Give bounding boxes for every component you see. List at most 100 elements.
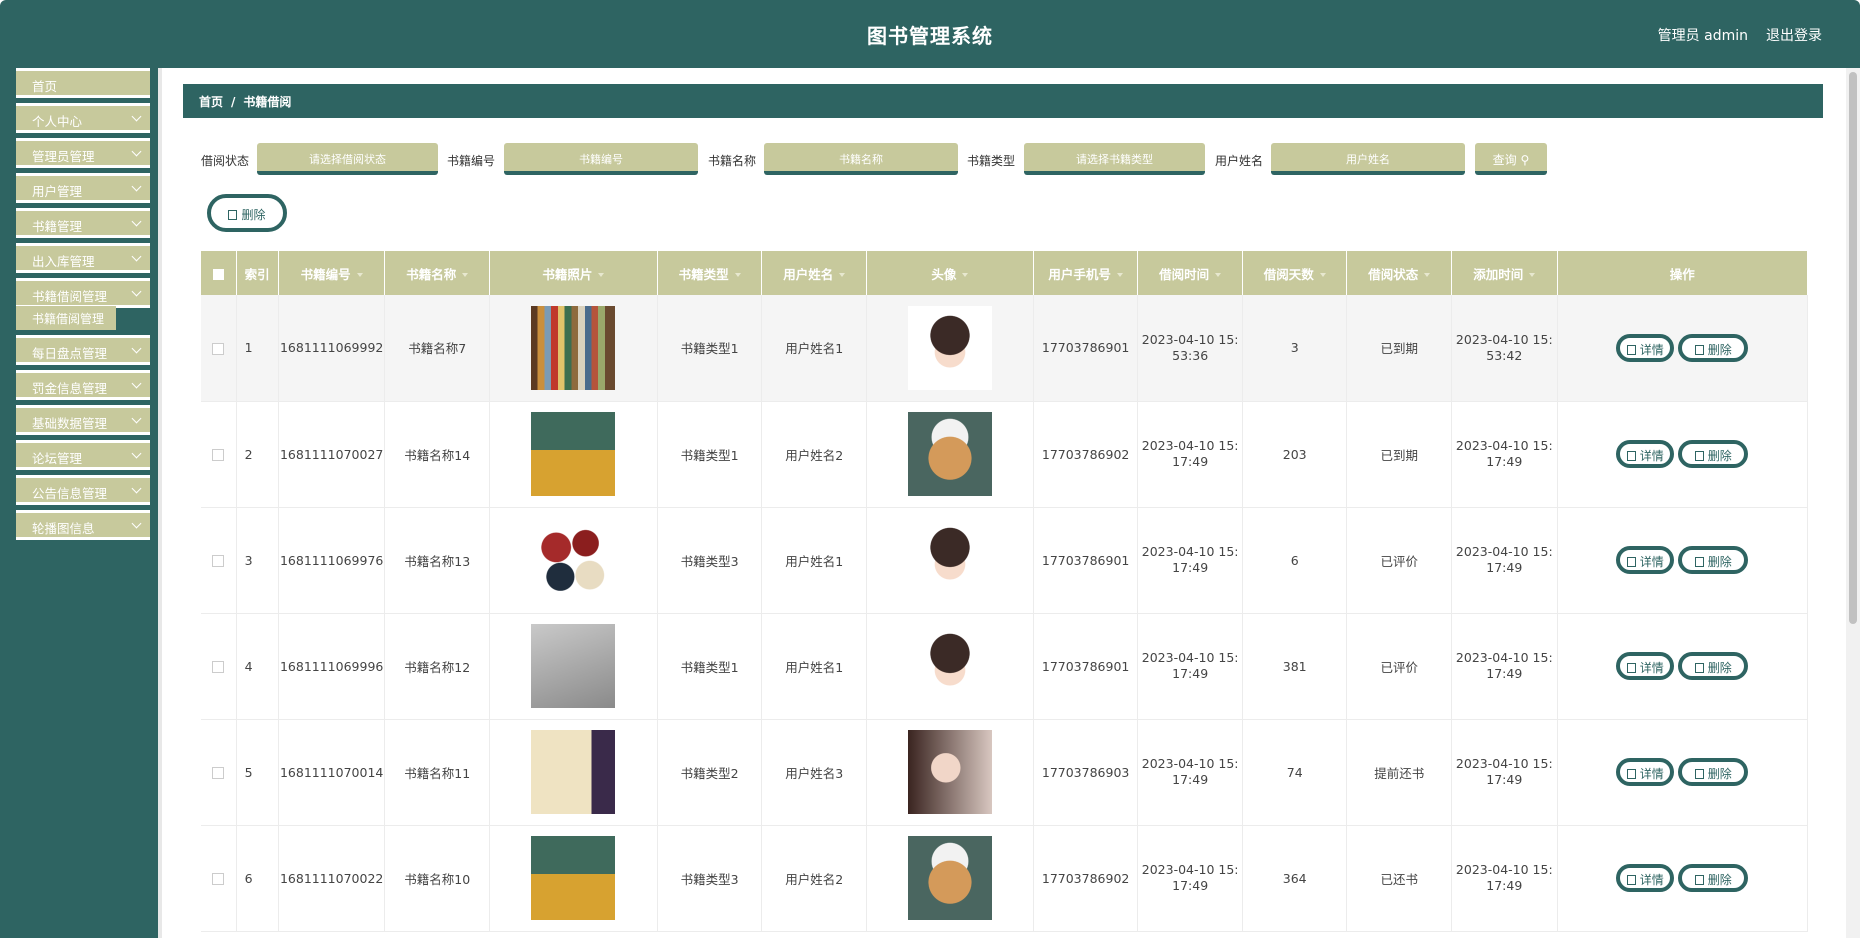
select-all-cell[interactable] [201,251,237,295]
row-select-cell[interactable] [201,825,237,932]
sort-icon[interactable] [356,273,363,277]
filter-input[interactable]: 请选择书籍类型 [1024,143,1205,175]
scrollbar-thumb[interactable] [1849,72,1857,624]
sort-icon[interactable] [462,273,469,277]
sort-icon[interactable] [839,273,846,277]
delete-button[interactable]: 删除 [1678,864,1749,892]
table-row[interactable]: 2 1681111070027 书籍名称14 书籍类型1 用户姓名2 1770378690… [201,401,1809,508]
filter-input[interactable]: 书籍名称 [764,143,958,175]
sort-icon[interactable] [1529,273,1536,277]
detail-label: 详情 [1639,873,1664,887]
column-header[interactable]: 书籍名称 [384,251,490,295]
filter-input[interactable]: 书籍编号 [504,143,698,175]
vertical-scrollbar[interactable] [1846,68,1860,938]
sidebar-item-7[interactable]: 每日盘点管理 [16,335,150,365]
sidebar-item-6[interactable]: 书籍借阅管理 [16,278,150,308]
row-checkbox[interactable] [212,449,225,461]
detail-button[interactable]: 详情 [1616,758,1675,786]
sidebar-item-8[interactable]: 罚金信息管理 [16,370,150,400]
column-header[interactable]: 用户姓名 [761,251,867,295]
table-row[interactable]: 1 1681111069992 书籍名称7 书籍类型1 用户姓名1 17703786901… [201,295,1809,402]
column-header[interactable]: 借阅天数 [1242,251,1348,295]
select-all-checkbox[interactable] [212,268,224,280]
sidebar-item-3[interactable]: 用户管理 [16,173,150,203]
borrow-status-cell: 已到期 [1346,295,1453,402]
detail-button[interactable]: 详情 [1616,546,1675,574]
filter-input[interactable]: 用户姓名 [1271,143,1465,175]
sort-icon[interactable] [1424,273,1431,277]
table-row[interactable]: 3 1681111069976 书籍名称13 书籍类型3 用户姓名1 1770378690… [201,507,1809,614]
table-row[interactable]: 6 1681111070022 书籍名称10 书籍类型3 用户姓名2 1770378690… [201,825,1809,932]
sidebar-item-0[interactable]: 首页 [16,68,150,98]
detail-button[interactable]: 详情 [1616,333,1675,362]
sort-icon[interactable] [962,273,969,277]
sort-icon[interactable] [1116,273,1123,277]
book-type-cell: 书籍类型1 [657,613,763,720]
sort-icon[interactable] [598,273,605,277]
sort-icon[interactable] [1215,273,1222,277]
delete-button[interactable]: 删除 [1678,758,1749,786]
column-header-label: 书籍类型 [678,266,729,282]
book-type-cell: 书籍类型3 [657,825,763,932]
filter-label: 书籍名称 [708,154,757,168]
index-cell: 4 [236,613,279,720]
book-type-cell: 书籍类型1 [657,295,763,402]
delete-button[interactable]: 删除 [1678,546,1749,574]
sidebar-item-label: 基础数据管理 [32,416,108,431]
column-header[interactable]: 用户手机号 [1033,251,1139,295]
detail-button[interactable]: 详情 [1616,864,1675,892]
detail-button[interactable]: 详情 [1616,440,1675,468]
batch-delete-button[interactable]: 删除 [207,194,287,232]
add-time-cell: 2023-04-10 15: 53:42 [1451,295,1558,402]
sidebar-item-4[interactable]: 书籍管理 [16,208,150,238]
row-select-cell[interactable] [201,613,237,720]
row-checkbox[interactable] [212,342,225,355]
sidebar-item-10[interactable]: 论坛管理 [16,440,150,470]
column-header[interactable]: 书籍类型 [657,251,763,295]
row-select-cell[interactable] [201,401,237,508]
sidebar-item-1[interactable]: 个人中心 [16,103,150,133]
column-header-label: 书籍编号 [300,266,351,282]
sidebar-item-label: 管理员管理 [32,149,95,164]
delete-button[interactable]: 删除 [1678,440,1749,468]
delete-button[interactable]: 删除 [1678,333,1749,362]
column-header[interactable]: 索引 [236,251,279,295]
sort-icon[interactable] [1319,273,1326,277]
filter-label: 借阅状态 [201,154,250,168]
sidebar-item-11[interactable]: 公告信息管理 [16,475,150,505]
borrow-status-cell: 已评价 [1346,613,1453,720]
row-select-cell[interactable] [201,295,237,402]
column-header[interactable]: 借阅状态 [1346,251,1453,295]
sidebar-item-2[interactable]: 管理员管理 [16,138,150,168]
column-header-label: 添加时间 [1473,266,1524,282]
column-header-label: 用户姓名 [783,266,834,282]
sidebar-subitem-borrow[interactable]: 书籍借阅管理 [16,306,116,330]
sidebar-item-5[interactable]: 出入库管理 [16,243,150,273]
row-checkbox[interactable] [212,661,225,673]
breadcrumb-home[interactable]: 首页 [199,95,223,109]
column-header-label: 借阅天数 [1263,266,1314,282]
table-row[interactable]: 5 1681111070014 书籍名称11 书籍类型2 用户姓名3 1770378690… [201,719,1809,826]
column-header[interactable]: 书籍照片 [489,251,658,295]
row-checkbox[interactable] [212,555,225,567]
column-header[interactable]: 书籍编号 [278,251,386,295]
row-select-cell[interactable] [201,507,237,614]
detail-button[interactable]: 详情 [1616,652,1675,680]
column-header[interactable]: 借阅时间 [1137,251,1243,295]
add-time-line: 17:49 [1486,666,1523,681]
row-checkbox[interactable] [212,767,225,779]
filter-input[interactable]: 请选择借阅状态 [257,143,438,175]
column-header[interactable]: 添加时间 [1451,251,1558,295]
logout-link[interactable]: 退出登录 [1766,25,1822,45]
sidebar-item-9[interactable]: 基础数据管理 [16,405,150,435]
delete-button[interactable]: 删除 [1678,652,1749,680]
query-button[interactable]: 查询 ⚲ [1475,143,1547,175]
chevron-down-icon [131,286,142,297]
row-select-cell[interactable] [201,719,237,826]
sort-icon[interactable] [734,273,741,277]
table-row[interactable]: 4 1681111069996 书籍名称12 书籍类型1 用户姓名1 1770378690… [201,613,1809,720]
sidebar-item-12[interactable]: 轮播图信息 [16,510,150,540]
column-header[interactable]: 头像 [866,251,1034,295]
borrow-time-line: 2023-04-10 15: [1141,862,1239,877]
row-checkbox[interactable] [212,873,225,885]
